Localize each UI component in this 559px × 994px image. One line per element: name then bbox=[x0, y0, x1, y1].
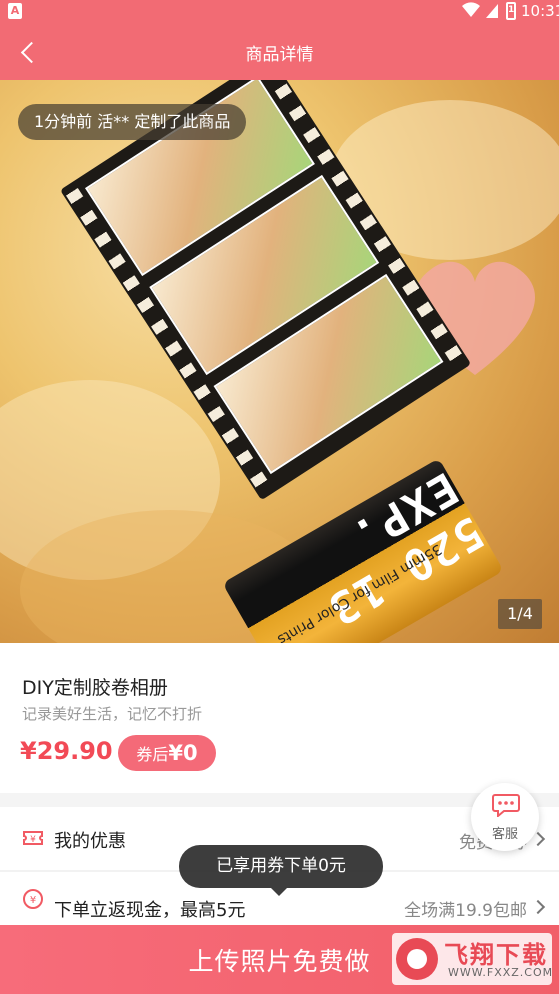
header-bar: 商品详情 bbox=[0, 24, 559, 80]
customer-service-label: 客服 bbox=[491, 827, 518, 842]
shipping-note: 全场满19.9包邮 bbox=[404, 901, 527, 921]
watermark-title: 飞翔下载 bbox=[444, 941, 548, 969]
coupon-price-badge: 券后¥0 bbox=[118, 735, 216, 771]
recent-order-badge: 1分钟前 活** 定制了此商品 bbox=[18, 104, 247, 140]
coupon-prefix: 券后 bbox=[136, 745, 169, 764]
wifi-icon bbox=[462, 2, 480, 22]
status-bar: A 1 10:31 bbox=[0, 0, 559, 24]
discount-label: 我的优惠 bbox=[54, 831, 126, 852]
watermark-url: WWW.FXXZ.COM bbox=[448, 966, 554, 979]
svg-text:¥: ¥ bbox=[30, 895, 36, 906]
watermark-logo-icon bbox=[396, 938, 438, 980]
cashback-label: 下单立返现金，最高5元 bbox=[54, 900, 246, 921]
signal-icon bbox=[485, 3, 499, 18]
coupon-price: ¥0 bbox=[168, 741, 198, 765]
battery-icon: 1 bbox=[506, 2, 516, 20]
ticket-icon: ¥ bbox=[23, 831, 43, 845]
yen-coin-icon: ¥ bbox=[23, 889, 43, 909]
image-page-indicator: 1/4 bbox=[498, 599, 542, 629]
canister-number: 520 13 EXP. bbox=[318, 461, 492, 636]
site-watermark: 飞翔下载 WWW.FXXZ.COM bbox=[392, 933, 552, 985]
page-title: 商品详情 bbox=[245, 45, 314, 65]
chevron-right-icon bbox=[530, 899, 546, 915]
chat-bubble-icon bbox=[492, 794, 520, 817]
product-price: ¥29.90 bbox=[20, 737, 113, 765]
clock: 10:31 bbox=[521, 2, 559, 20]
customer-service-button[interactable]: 客服 bbox=[471, 783, 539, 851]
product-info-card: DIY定制胶卷相册 记录美好生活，记忆不打折 ¥29.90 券后¥0 bbox=[0, 643, 559, 793]
product-name: DIY定制胶卷相册 bbox=[22, 677, 168, 699]
notification-icon: A bbox=[8, 3, 22, 19]
product-image-carousel[interactable]: 520 13 EXP. 35mm Film for Color Prints bbox=[0, 80, 559, 643]
product-subtitle: 记录美好生活，记忆不打折 bbox=[22, 705, 203, 723]
svg-text:¥: ¥ bbox=[30, 835, 36, 845]
coupon-tooltip: 已享用券下单0元 bbox=[179, 845, 383, 896]
